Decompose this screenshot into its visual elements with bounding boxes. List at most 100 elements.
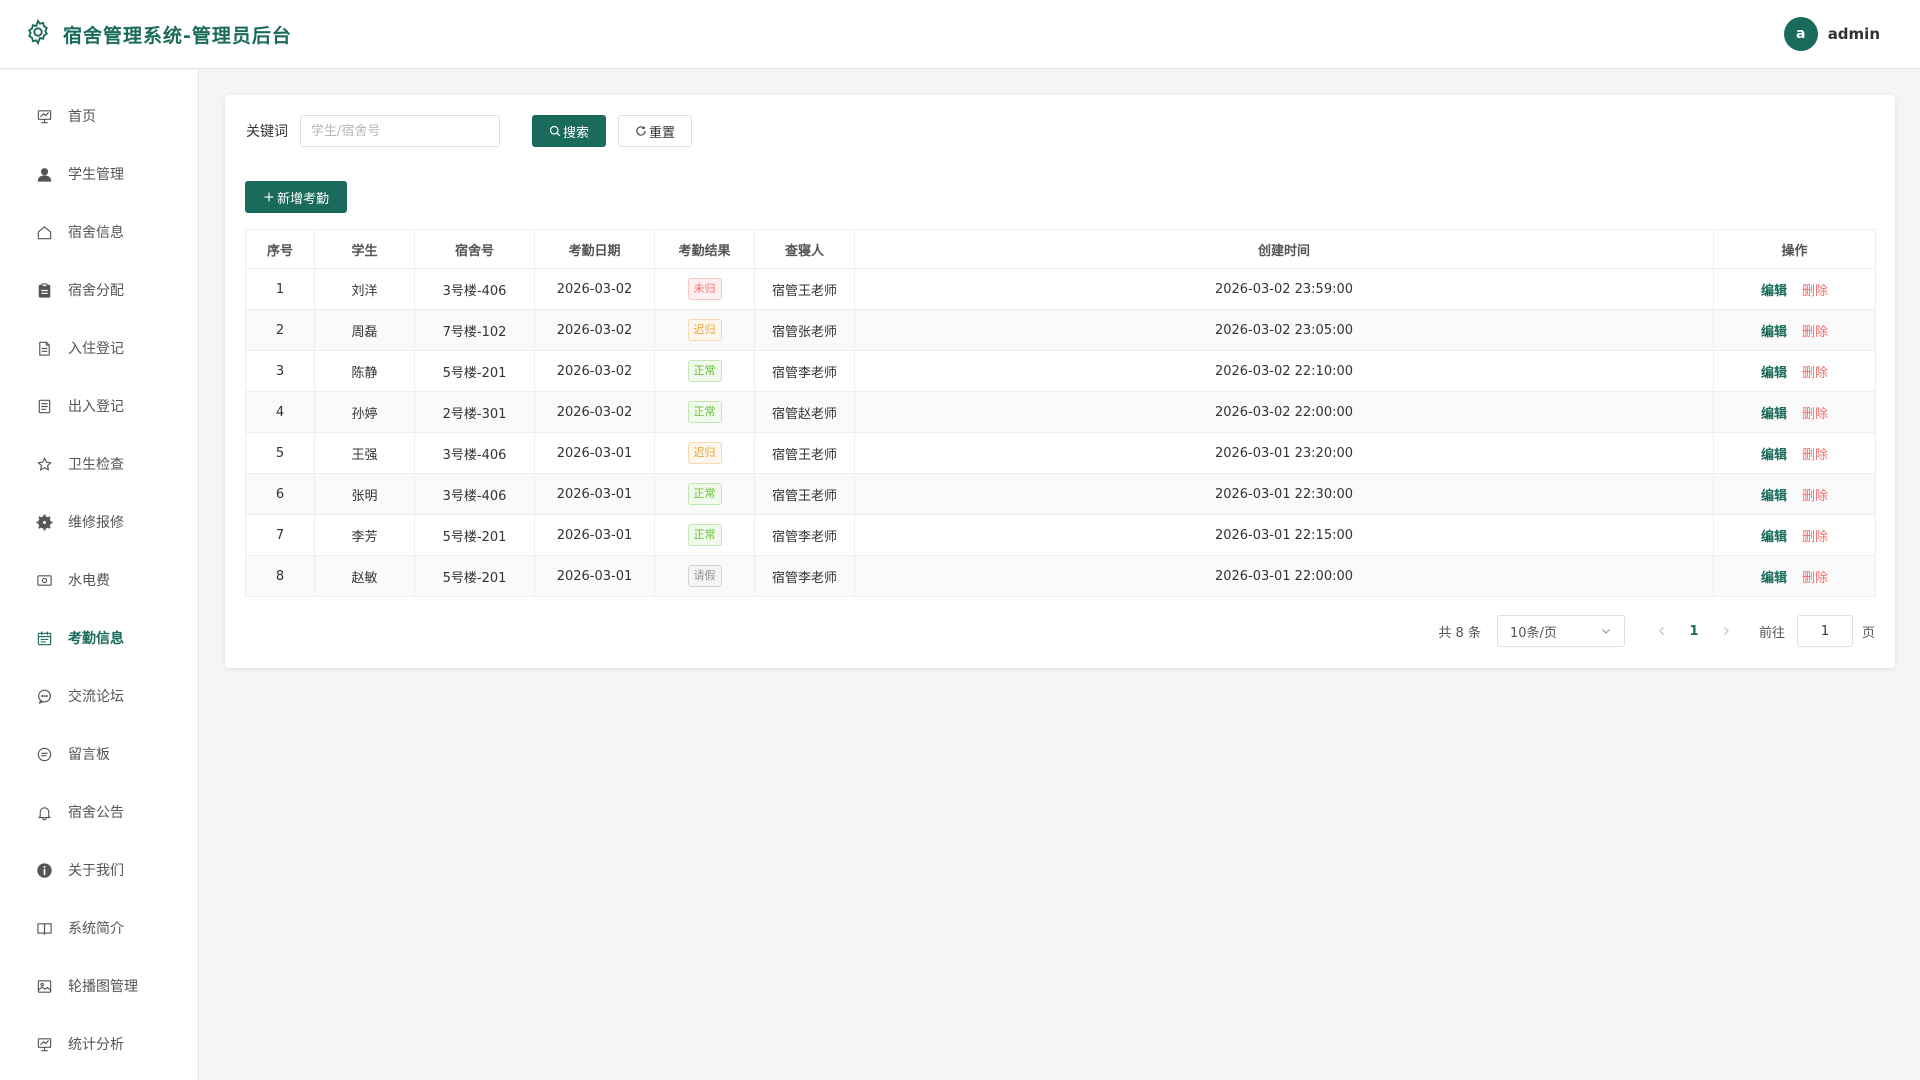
clipboard-icon — [35, 281, 53, 299]
sidebar-item-6[interactable]: 出入登记 — [0, 377, 198, 435]
sidebar-item-4[interactable]: 宿舍分配 — [0, 261, 198, 319]
goto-page-input[interactable] — [1796, 615, 1853, 647]
cell-date: 2026-03-01 — [534, 432, 655, 474]
cell-index: 5 — [245, 432, 315, 474]
list-icon — [35, 397, 53, 415]
cell-index: 8 — [245, 555, 315, 597]
edit-button[interactable]: 编辑 — [1761, 284, 1787, 299]
cell-created: 2026-03-02 22:00:00 — [854, 391, 1714, 433]
delete-button[interactable]: 删除 — [1802, 571, 1828, 586]
delete-button[interactable]: 删除 — [1802, 407, 1828, 422]
delete-button[interactable]: 删除 — [1802, 489, 1828, 504]
delete-button[interactable]: 删除 — [1802, 366, 1828, 381]
edit-button[interactable]: 编辑 — [1761, 325, 1787, 340]
sidebar-item-8[interactable]: 维修报修 — [0, 493, 198, 551]
cell-created: 2026-03-01 23:20:00 — [854, 432, 1714, 474]
edit-button[interactable]: 编辑 — [1761, 448, 1787, 463]
edit-button[interactable]: 编辑 — [1761, 489, 1787, 504]
cell-student: 陈静 — [314, 350, 415, 392]
cell-created: 2026-03-02 22:10:00 — [854, 350, 1714, 392]
goto-label: 前往 — [1758, 625, 1785, 641]
cell-inspector: 宿管王老师 — [754, 268, 855, 310]
edit-button[interactable]: 编辑 — [1761, 366, 1787, 381]
sidebar-item-label: 宿舍分配 — [68, 283, 124, 299]
table-row: 3 陈静 5号楼-201 2026-03-02 正常 宿管李老师 2026-03-02 22… — [245, 350, 1876, 392]
chevron-left-icon — [1659, 627, 1664, 635]
table-body: 1 刘洋 3号楼-406 2026-03-02 未归 宿管王老师 2026-03-02 23… — [245, 268, 1876, 597]
cell-result: 迟归 — [654, 432, 755, 474]
edit-button[interactable]: 编辑 — [1761, 407, 1787, 422]
prev-page-button[interactable] — [1647, 626, 1677, 636]
column-header: 学生 — [314, 229, 415, 269]
cell-created: 2026-03-02 23:05:00 — [854, 309, 1714, 351]
column-header: 创建时间 — [854, 229, 1714, 269]
sidebar-item-14[interactable]: 关于我们 — [0, 841, 198, 899]
sidebar-item-3[interactable]: 宿舍信息 — [0, 203, 198, 261]
search-bar: 关键词 搜索 重置 — [246, 115, 692, 147]
column-header: 考勤结果 — [654, 229, 755, 269]
cell-actions: 编辑 删除 — [1713, 309, 1876, 351]
cell-created: 2026-03-01 22:00:00 — [854, 555, 1714, 597]
sidebar-item-16[interactable]: 轮播图管理 — [0, 957, 198, 1015]
cell-room: 7号楼-102 — [414, 309, 535, 351]
search-button[interactable]: 搜索 — [532, 115, 606, 147]
sidebar-item-10[interactable]: 考勤信息 — [0, 609, 198, 667]
search-input[interactable] — [300, 115, 500, 147]
sidebar-item-label: 宿舍公告 — [68, 805, 124, 821]
sidebar-item-label: 入住登记 — [68, 341, 124, 357]
page-number-current[interactable]: 1 — [1677, 624, 1711, 639]
page-size-select[interactable]: 10条/页 — [1496, 615, 1625, 647]
sidebar-item-2[interactable]: 学生管理 — [0, 145, 198, 203]
delete-button[interactable]: 删除 — [1802, 448, 1828, 463]
cell-created: 2026-03-02 23:59:00 — [854, 268, 1714, 310]
cell-date: 2026-03-01 — [534, 555, 655, 597]
next-page-button[interactable] — [1711, 626, 1741, 636]
username[interactable]: admin — [1828, 25, 1880, 43]
sidebar-item-12[interactable]: 留言板 — [0, 725, 198, 783]
chevron-right-icon — [1724, 627, 1729, 635]
sidebar-item-13[interactable]: 宿舍公告 — [0, 783, 198, 841]
search-button-label: 搜索 — [562, 125, 589, 141]
sidebar-item-label: 水电费 — [68, 573, 110, 589]
cell-inspector: 宿管王老师 — [754, 473, 855, 515]
cell-result: 正常 — [654, 514, 755, 556]
cell-actions: 编辑 删除 — [1713, 473, 1876, 515]
chevron-down-icon — [1602, 629, 1610, 634]
avatar[interactable]: a — [1783, 17, 1818, 51]
table-row: 7 李芳 5号楼-201 2026-03-01 正常 宿管李老师 2026-03-01 22… — [245, 514, 1876, 556]
sidebar-item-1[interactable]: 首页 — [0, 87, 198, 145]
pagination: 共 8 条 10条/页 1 前往 页 — [1438, 615, 1875, 647]
status-badge: 正常 — [687, 483, 722, 505]
sidebar-item-label: 考勤信息 — [68, 631, 124, 647]
sidebar-item-label: 宿舍信息 — [68, 225, 124, 241]
sidebar-item-7[interactable]: 卫生检查 — [0, 435, 198, 493]
column-header: 操作 — [1713, 229, 1876, 269]
edit-button[interactable]: 编辑 — [1761, 530, 1787, 545]
sidebar-item-11[interactable]: 交流论坛 — [0, 667, 198, 725]
cell-actions: 编辑 删除 — [1713, 350, 1876, 392]
sidebar-item-15[interactable]: 系统简介 — [0, 899, 198, 957]
cell-room: 5号楼-201 — [414, 350, 535, 392]
table-row: 1 刘洋 3号楼-406 2026-03-02 未归 宿管王老师 2026-03-02 23… — [245, 268, 1876, 310]
sidebar-item-9[interactable]: 水电费 — [0, 551, 198, 609]
cell-student: 孙婷 — [314, 391, 415, 433]
sidebar-item-5[interactable]: 入住登记 — [0, 319, 198, 377]
delete-button[interactable]: 删除 — [1802, 284, 1828, 299]
delete-button[interactable]: 删除 — [1802, 325, 1828, 340]
add-attendance-button[interactable]: 新增考勤 — [245, 181, 347, 213]
cell-actions: 编辑 删除 — [1713, 514, 1876, 556]
cell-result: 正常 — [654, 391, 755, 433]
reset-button[interactable]: 重置 — [618, 115, 692, 147]
cell-actions: 编辑 删除 — [1713, 268, 1876, 310]
user-menu[interactable]: a admin — [1783, 17, 1920, 51]
sidebar-item-17[interactable]: 统计分析 — [0, 1015, 198, 1073]
cell-result: 正常 — [654, 350, 755, 392]
edit-button[interactable]: 编辑 — [1761, 571, 1787, 586]
sidebar-item-label: 出入登记 — [68, 399, 124, 415]
sidebar-item-label: 首页 — [68, 109, 96, 125]
cell-student: 周磊 — [314, 309, 415, 351]
column-header: 序号 — [245, 229, 315, 269]
delete-button[interactable]: 删除 — [1802, 530, 1828, 545]
cell-index: 3 — [245, 350, 315, 392]
cell-date: 2026-03-02 — [534, 268, 655, 310]
